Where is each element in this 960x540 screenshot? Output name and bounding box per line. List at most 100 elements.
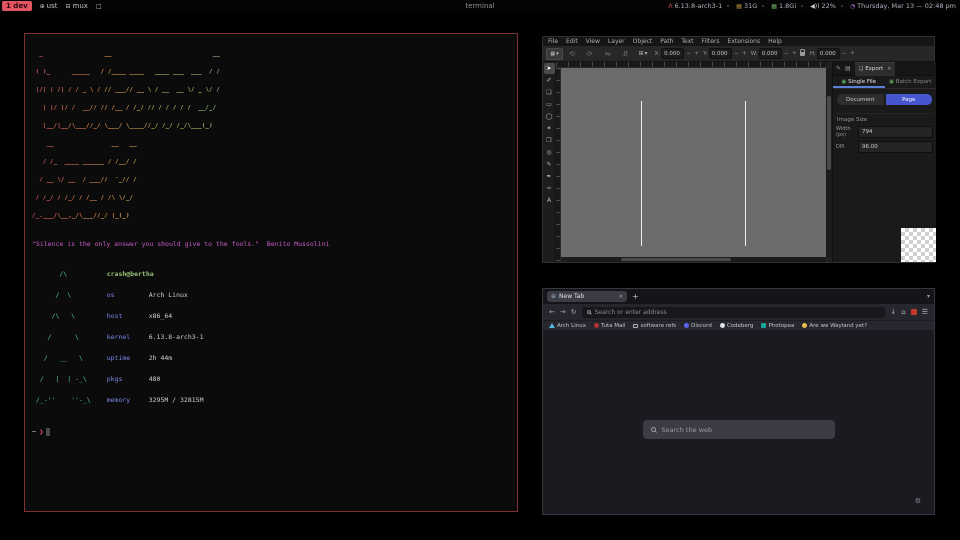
- bookmark-folder-software-refs[interactable]: software refs: [633, 323, 676, 329]
- volume-module[interactable]: ◀)) 22%: [796, 2, 836, 10]
- personalize-gear-icon[interactable]: ⚙: [915, 497, 921, 505]
- bezier-tool[interactable]: ✒: [544, 171, 555, 182]
- scrollbar-thumb[interactable]: [621, 258, 731, 261]
- layers-dialog-icon[interactable]: ▤: [845, 65, 851, 72]
- tab-batch-export[interactable]: ▣ Batch Export: [885, 76, 937, 88]
- workspace-empty[interactable]: □: [96, 3, 102, 10]
- dialog-tab-bar: ✎ ▤ ❏ Export ✕: [833, 62, 936, 76]
- w-input[interactable]: 0.000: [759, 48, 782, 59]
- rotate-cw-icon[interactable]: ⟳: [587, 50, 593, 58]
- menu-extensions[interactable]: Extensions: [728, 38, 761, 45]
- shell-prompt[interactable]: ~ ❯: [32, 428, 510, 436]
- y-input[interactable]: 0.000: [709, 48, 732, 59]
- decrement-button[interactable]: −: [841, 50, 848, 57]
- bookmark-discord[interactable]: Discord: [684, 323, 712, 329]
- downloads-icon[interactable]: ↓: [890, 308, 896, 316]
- star-tool[interactable]: ✶: [544, 123, 555, 134]
- document-button[interactable]: Document: [836, 93, 885, 106]
- close-icon[interactable]: ✕: [619, 294, 623, 300]
- clock-module: ◔ Thursday, Mar 13 — 02:48 pm: [836, 2, 956, 10]
- text-tool[interactable]: A: [544, 195, 555, 206]
- fetch-value: 3295M / 32815M: [149, 397, 204, 404]
- selector-tool[interactable]: ➤: [544, 63, 555, 74]
- tab-single-file[interactable]: ▣ Single File: [833, 76, 885, 88]
- x-input[interactable]: 0.000: [661, 48, 684, 59]
- shape-builder-tool[interactable]: ❏: [544, 87, 555, 98]
- workspace-list: 1 dev ⊕ ust ⊟ mux □: [0, 1, 102, 11]
- bookmark-arch-linux[interactable]: Arch Linux: [549, 323, 586, 329]
- horizontal-scrollbar[interactable]: [561, 257, 826, 262]
- flip-horizontal-icon[interactable]: ⇋: [605, 50, 611, 58]
- bookmark-photopea[interactable]: Photopea: [761, 323, 794, 329]
- box3d-tool[interactable]: ❒: [544, 135, 555, 146]
- pencil-dialog-icon[interactable]: ✎: [836, 65, 841, 72]
- browser-tab-new-tab[interactable]: ⊕ New Tab ✕: [547, 291, 627, 302]
- web-search-box[interactable]: Search the web: [643, 420, 835, 439]
- menu-layer[interactable]: Layer: [608, 38, 625, 45]
- reload-icon[interactable]: ↻: [571, 308, 577, 316]
- scrollbar-thumb[interactable]: [827, 96, 831, 170]
- lock-ratio-icon[interactable]: [800, 52, 805, 56]
- workspace-ust[interactable]: ⊕ ust: [40, 2, 58, 10]
- bookmark-label: Tuta Mail: [601, 323, 625, 329]
- rectangle-tool[interactable]: ▭: [544, 99, 555, 110]
- menu-path[interactable]: Path: [660, 38, 673, 45]
- globe-icon: ⊕: [551, 293, 556, 300]
- menu-icon[interactable]: ☰: [922, 308, 928, 316]
- snap-options-dropdown[interactable]: ⊞ ▾: [639, 50, 648, 57]
- bookmark-tuta-mail[interactable]: Tuta Mail: [594, 323, 625, 329]
- back-icon[interactable]: ←: [549, 308, 555, 316]
- workspace-dev[interactable]: 1 dev: [2, 1, 32, 11]
- arch-ascii-logo: /\ / \ /\ \ / \ / __ \ / | | -_\ /_-'' '…: [32, 257, 91, 418]
- workspace-mux[interactable]: ⊟ mux: [66, 2, 88, 10]
- logo-line: / __ \: [32, 355, 91, 362]
- decrement-button[interactable]: −: [733, 50, 740, 57]
- y-label: Y:: [703, 51, 707, 57]
- desktop: 1 dev ⊕ ust ⊟ mux □ terminal Λ 6.13.8-ar…: [0, 0, 960, 540]
- fortune-quote: "Silence is the only answer you should g…: [32, 240, 510, 248]
- menu-edit[interactable]: Edit: [566, 38, 578, 45]
- search-icon: [651, 427, 656, 432]
- menu-help[interactable]: Help: [768, 38, 782, 45]
- ublock-icon[interactable]: [911, 309, 917, 315]
- increment-button[interactable]: +: [791, 50, 798, 57]
- bookmark-codeberg[interactable]: Codeberg: [720, 323, 754, 329]
- forward-icon[interactable]: →: [560, 308, 566, 316]
- menu-file[interactable]: File: [548, 38, 558, 45]
- terminal-window[interactable]: _ __ __ ( )_ _____ / /____ ____ ____ ___…: [24, 33, 518, 512]
- tab-overflow-button[interactable]: ▾: [927, 293, 930, 300]
- decrement-button[interactable]: −: [685, 50, 692, 57]
- export-dpi-input[interactable]: 96.00: [858, 141, 933, 153]
- logo-line: /\ \: [32, 313, 91, 320]
- url-bar[interactable]: Search or enter address: [582, 307, 886, 318]
- increment-button[interactable]: +: [693, 50, 700, 57]
- export-panel: ✎ ▤ ❏ Export ✕ ▣ Single File ▣ Ba: [832, 62, 936, 262]
- menu-object[interactable]: Object: [633, 38, 653, 45]
- menu-view[interactable]: View: [586, 38, 600, 45]
- fetch-value: 2h 44m: [149, 355, 172, 362]
- home-icon[interactable]: ⌂: [901, 308, 905, 316]
- page-button[interactable]: Page: [885, 93, 934, 106]
- menu-text[interactable]: Text: [681, 38, 693, 45]
- node-tool[interactable]: ✐: [544, 75, 555, 86]
- calligraphy-tool[interactable]: ✑: [544, 183, 555, 194]
- increment-button[interactable]: +: [849, 50, 856, 57]
- bookmark-are-we-wayland-yet[interactable]: Are we Wayland yet?: [802, 323, 867, 329]
- close-icon[interactable]: ✕: [887, 66, 891, 72]
- terminal-multiplexer-icon: ⊟: [66, 3, 71, 10]
- flip-vertical-icon[interactable]: ⇵: [623, 50, 629, 58]
- export-width-input[interactable]: 794: [858, 126, 933, 138]
- rotate-ccw-icon[interactable]: ⟲: [569, 50, 575, 58]
- h-input[interactable]: 0.000: [817, 48, 840, 59]
- export-dialog-tab[interactable]: ❏ Export ✕: [855, 62, 896, 76]
- menu-filters[interactable]: Filters: [702, 38, 720, 45]
- pencil-tool[interactable]: ✎: [544, 159, 555, 170]
- new-tab-button[interactable]: +: [632, 292, 639, 301]
- spiral-tool[interactable]: ◎: [544, 147, 555, 158]
- canvas[interactable]: [561, 68, 826, 257]
- selection-mode-dropdown[interactable]: ▦ ▾: [546, 48, 563, 60]
- ellipse-tool[interactable]: ◯: [544, 111, 555, 122]
- decrement-button[interactable]: −: [783, 50, 790, 57]
- fetch-label: memory: [107, 397, 149, 404]
- increment-button[interactable]: +: [741, 50, 748, 57]
